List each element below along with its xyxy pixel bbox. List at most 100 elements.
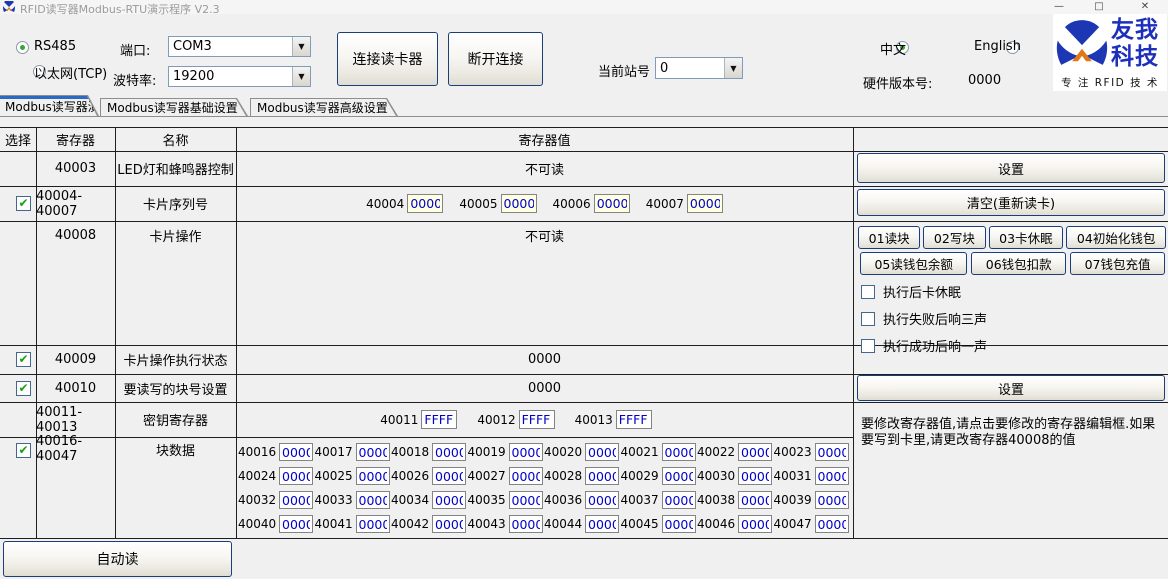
card-op-button[interactable]: 01读块 — [858, 226, 920, 249]
register-value-input[interactable] — [279, 443, 313, 461]
register-value-input[interactable] — [432, 467, 466, 485]
tab-modbus-basic-settings[interactable]: Modbus读写器基础设置 — [100, 98, 248, 116]
clear-reread-button[interactable]: 清空(重新读卡) — [857, 189, 1165, 216]
chevron-down-icon[interactable]: ▼ — [292, 37, 310, 56]
row-checkbox[interactable]: ✔ — [16, 381, 31, 396]
register-value-input[interactable] — [585, 515, 619, 533]
register-value-input[interactable] — [662, 443, 696, 461]
register-field: 40037 — [621, 491, 698, 509]
register-value-input[interactable] — [662, 515, 696, 533]
register-field-label: 40035 — [468, 493, 506, 507]
set-block-button[interactable]: 设置 — [857, 375, 1165, 401]
register-value-input[interactable] — [432, 515, 466, 533]
register-value-input[interactable] — [738, 491, 772, 509]
register-value-input[interactable] — [738, 467, 772, 485]
register-cell: 40016-40047 — [36, 441, 115, 457]
register-value-input[interactable] — [815, 443, 849, 461]
row-checkbox[interactable]: ✔ — [16, 196, 31, 211]
card-op-button[interactable]: 02写块 — [923, 226, 985, 249]
register-value-input[interactable] — [279, 491, 313, 509]
port-select-value: COM3 — [169, 39, 292, 54]
register-value-input[interactable] — [421, 410, 457, 429]
register-field: 40004 — [366, 194, 443, 213]
value-cell: 不可读 — [236, 227, 853, 243]
register-value-input[interactable] — [501, 194, 537, 213]
register-value-input[interactable] — [616, 410, 652, 429]
register-field-label: 40033 — [315, 493, 353, 507]
op-option-checkbox[interactable] — [861, 339, 875, 353]
register-value-input[interactable] — [356, 515, 390, 533]
card-op-button[interactable]: 06钱包扣款 — [971, 252, 1066, 275]
register-field-label: 40046 — [697, 517, 735, 531]
register-value-input[interactable] — [356, 491, 390, 509]
register-cell: 40009 — [36, 345, 115, 374]
register-value-input[interactable] — [815, 515, 849, 533]
register-field: 40029 — [621, 467, 698, 485]
register-value-input[interactable] — [585, 467, 619, 485]
register-field-label: 40025 — [315, 469, 353, 483]
auto-read-button[interactable]: 自动读 — [3, 541, 232, 577]
tab-modbus-advanced-settings[interactable]: Modbus读写器高级设置 — [250, 98, 398, 116]
window-title: RFID读写器Modbus-RTU演示程序 V2.3 — [20, 1, 220, 17]
row-checkbox[interactable]: ✔ — [16, 443, 31, 458]
disconnect-button[interactable]: 断开连接 — [448, 32, 543, 86]
op-option-checkbox[interactable] — [861, 285, 875, 299]
register-value-input[interactable] — [815, 467, 849, 485]
register-field: 40028 — [544, 467, 621, 485]
card-op-button[interactable]: 05读钱包余额 — [860, 252, 967, 275]
register-field-label: 40034 — [391, 493, 429, 507]
tabstrip-divider — [0, 116, 1168, 117]
name-cell: 卡片操作执行状态 — [115, 345, 236, 374]
register-value-input[interactable] — [356, 467, 390, 485]
rs485-radio[interactable] — [16, 41, 29, 54]
register-value-input[interactable] — [509, 515, 543, 533]
rs485-label: RS485 — [34, 39, 76, 54]
register-value-input[interactable] — [594, 194, 630, 213]
register-value-input[interactable] — [279, 515, 313, 533]
register-value-input[interactable] — [585, 491, 619, 509]
register-cell: 40004-40007 — [36, 186, 115, 221]
station-select[interactable]: 0 ▼ — [655, 57, 743, 79]
register-value-input[interactable] — [509, 467, 543, 485]
port-label: 端口: — [120, 40, 150, 59]
station-select-value: 0 — [656, 61, 724, 76]
col-header-name: 名称 — [115, 127, 236, 151]
register-value-input[interactable] — [519, 410, 555, 429]
register-value-input[interactable] — [279, 467, 313, 485]
row-checkbox[interactable]: ✔ — [16, 352, 31, 367]
maximize-icon[interactable]: □ — [1086, 0, 1112, 13]
baud-select[interactable]: 19200 ▼ — [168, 66, 311, 87]
minimize-icon[interactable]: — — [1046, 0, 1072, 13]
chevron-down-icon[interactable]: ▼ — [724, 58, 742, 78]
register-value-input[interactable] — [687, 194, 723, 213]
port-select[interactable]: COM3 ▼ — [168, 36, 311, 57]
connect-button[interactable]: 连接读卡器 — [337, 32, 438, 86]
register-value-input[interactable] — [662, 467, 696, 485]
register-value-input[interactable] — [432, 491, 466, 509]
chevron-down-icon[interactable]: ▼ — [292, 67, 310, 86]
grid-line — [0, 437, 853, 438]
register-value-input[interactable] — [356, 443, 390, 461]
register-value-input[interactable] — [407, 194, 443, 213]
register-field: 40042 — [391, 515, 468, 533]
register-value-input[interactable] — [509, 443, 543, 461]
tab-modbus-demo[interactable]: Modbus读写器演示 — [0, 95, 99, 116]
set-led-button[interactable]: 设置 — [857, 153, 1165, 183]
register-value-input[interactable] — [432, 443, 466, 461]
op-option-checkbox[interactable] — [861, 312, 875, 326]
name-cell: LED灯和蜂鸣器控制 — [115, 151, 236, 186]
register-value-input[interactable] — [509, 491, 543, 509]
card-op-button[interactable]: 03卡休眠 — [989, 226, 1064, 249]
register-value-input[interactable] — [585, 443, 619, 461]
register-value-input[interactable] — [738, 515, 772, 533]
register-field: 40005 — [459, 194, 536, 213]
close-icon[interactable]: ✕ — [1132, 0, 1158, 13]
register-value-input[interactable] — [815, 491, 849, 509]
card-op-button[interactable]: 07钱包充值 — [1070, 252, 1165, 275]
register-field: 40025 — [315, 467, 392, 485]
tab-label: Modbus读写器高级设置 — [257, 99, 388, 116]
card-op-button[interactable]: 04初始化钱包 — [1066, 226, 1166, 249]
register-value-input[interactable] — [738, 443, 772, 461]
brand-text-top: 友我 — [1111, 17, 1159, 43]
register-value-input[interactable] — [662, 491, 696, 509]
